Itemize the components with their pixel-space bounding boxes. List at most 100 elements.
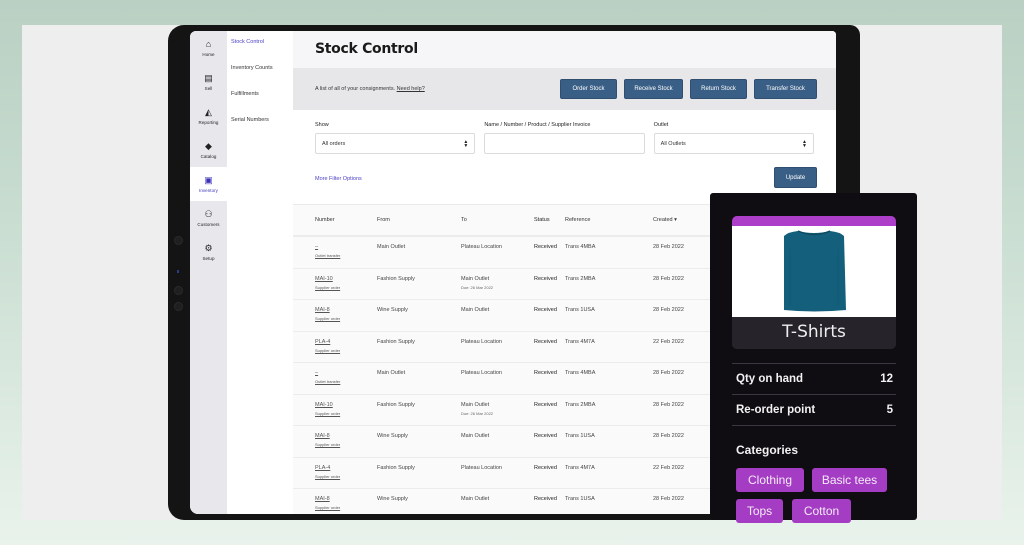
col-created[interactable]: Created ▾ (653, 217, 713, 223)
product-tile[interactable]: T-Shirts (732, 216, 896, 349)
subnav-item-stock-control[interactable]: Stock Control (227, 31, 293, 57)
consignment-number-link[interactable]: MAI-10 (315, 276, 377, 282)
search-input[interactable] (484, 133, 645, 154)
due-date: Due: 26 Mar 2022 (461, 284, 494, 290)
outlet-select[interactable]: All Outlets ▲ ▼ (653, 133, 814, 154)
cell-created: 22 Feb 2022 (653, 338, 684, 345)
consignment-type-link[interactable]: Supplier order (315, 474, 377, 479)
consignment-number-link[interactable]: – (315, 370, 377, 376)
action-bar: A list of all of your consignments. Need… (293, 68, 836, 110)
qty-on-hand-label: Qty on hand (736, 373, 804, 385)
consignment-number-link[interactable]: MAI-8 (315, 433, 377, 439)
category-tag-clothing[interactable]: Clothing (736, 468, 804, 492)
col-status[interactable]: Status (534, 217, 565, 223)
subnav-item-inventory-counts[interactable]: Inventory Counts (227, 57, 293, 83)
cell-reference: Trans 2MBA (565, 401, 596, 408)
nav-item-setup[interactable]: ⚙ Setup (190, 235, 227, 269)
cell-status: Received (534, 338, 557, 345)
to-location: Main Outlet (461, 307, 490, 313)
inventory-subnav: Stock Control Inventory Counts Fulfillment… (227, 31, 293, 514)
consignment-number-link[interactable]: MAI-8 (315, 307, 377, 313)
cell-created: 22 Feb 2022 (653, 464, 684, 471)
consignment-type-link[interactable]: Supplier order (315, 348, 377, 353)
category-tag-cotton[interactable]: Cotton (792, 499, 851, 523)
select-arrows-icon: ▲ ▼ (802, 138, 807, 149)
nav-item-customers[interactable]: ⚇ Customers (190, 201, 227, 235)
show-select-value: All orders (322, 140, 346, 147)
product-card: T-Shirts Qty on hand 12 Re-order point 5… (710, 193, 917, 523)
consignment-number-link[interactable]: MAI-10 (315, 402, 377, 408)
cell-to: Plateau Location (461, 465, 534, 489)
cell-number: MAI-8 Supplier order (315, 496, 377, 514)
consignment-type-link[interactable]: Supplier order (315, 442, 377, 447)
consignment-type-link[interactable]: Outlet transfer (315, 253, 377, 258)
consignment-type-link[interactable]: Supplier order (315, 316, 377, 321)
cell-from: Wine Supply (377, 433, 408, 439)
search-label: Name / Number / Product / Supplier Invoi… (484, 122, 591, 128)
cell-status: Received (534, 464, 557, 471)
consignment-number-link[interactable]: PLA-4 (315, 339, 377, 345)
to-location: Main Outlet (461, 401, 490, 408)
nav-item-label: Home (202, 51, 215, 57)
consignment-type-link[interactable]: Supplier order (315, 411, 377, 416)
cell-number: MAI-10 Supplier order (315, 402, 377, 426)
cell-from: Wine Supply (377, 307, 408, 313)
show-select[interactable]: All orders ▲ ▼ (315, 133, 476, 154)
cell-status: Received (534, 307, 557, 313)
cell-status: Received (534, 275, 557, 282)
consignment-number-link[interactable]: – (315, 244, 377, 250)
consignment-type-link[interactable]: Supplier order (315, 285, 377, 290)
more-filter-options-link[interactable]: More Filter Options (315, 176, 362, 182)
product-color-bar (732, 216, 896, 226)
nav-item-home[interactable]: ⌂ Home (190, 31, 227, 65)
cell-number: – Outlet transfer (315, 244, 377, 268)
transfer-stock-button[interactable]: Transfer Stock (754, 79, 817, 99)
nav-item-catalog[interactable]: ◆ Catalog (190, 133, 227, 167)
cell-to: Plateau Location (461, 370, 534, 394)
boxes-icon: ▣ (204, 174, 213, 185)
consignment-type-link[interactable]: Outlet transfer (315, 379, 377, 384)
col-to[interactable]: To (461, 217, 534, 223)
cell-reference: Trans 4MBA (565, 370, 596, 376)
cell-to: Main Outlet (461, 433, 534, 457)
due-date: Due: 26 Mar 2022 (461, 410, 494, 416)
tablet-sensor-2 (174, 302, 183, 311)
return-stock-button[interactable]: Return Stock (690, 79, 747, 99)
cell-status: Received (534, 433, 557, 439)
reorder-point-value: 5 (886, 404, 893, 416)
cell-to: Plateau Location (461, 244, 534, 268)
cell-reference: Trans 1USA (565, 307, 595, 313)
cell-from: Main Outlet (377, 370, 406, 376)
search-filter: Name / Number / Product / Supplier Invoi… (484, 122, 645, 154)
to-location: Main Outlet (461, 496, 490, 502)
update-button[interactable]: Update (774, 167, 817, 188)
tshirt-icon (784, 230, 846, 312)
nav-item-sell[interactable]: ▤ Sell (190, 65, 227, 99)
nav-item-reporting[interactable]: ◭ Reporting (190, 99, 227, 133)
cell-number: MAI-8 Supplier order (315, 433, 377, 457)
product-name: T-Shirts (732, 317, 896, 349)
category-tag-basic-tees[interactable]: Basic tees (812, 468, 887, 492)
order-stock-button[interactable]: Order Stock (560, 79, 617, 99)
receive-stock-button[interactable]: Receive Stock (624, 79, 683, 99)
col-reference[interactable]: Reference (565, 217, 653, 223)
consignment-number-link[interactable]: MAI-8 (315, 496, 377, 502)
tablet-indicator-light (177, 270, 179, 273)
cell-from: Fashion Supply (377, 338, 415, 345)
subnav-item-serial-numbers[interactable]: Serial Numbers (227, 109, 293, 135)
col-from[interactable]: From (377, 217, 461, 223)
tablet-sensor (174, 286, 183, 295)
select-arrows-icon: ▲ ▼ (463, 138, 469, 149)
description-text: A list of all of your consignments. (315, 86, 396, 92)
nav-item-inventory[interactable]: ▣ Inventory (190, 167, 227, 201)
subnav-item-fulfillments[interactable]: Fulfillments (227, 83, 293, 109)
cell-created: 28 Feb 2022 (653, 370, 684, 376)
need-help-link[interactable]: Need help? (397, 86, 425, 92)
cell-status: Received (534, 244, 557, 250)
cell-number: MAI-10 Supplier order (315, 276, 377, 300)
nav-item-label: Reporting (198, 119, 219, 125)
col-number[interactable]: Number (315, 217, 377, 223)
consignment-type-link[interactable]: Supplier order (315, 505, 377, 510)
category-tag-tops[interactable]: Tops (736, 499, 783, 523)
consignment-number-link[interactable]: PLA-4 (315, 465, 377, 471)
